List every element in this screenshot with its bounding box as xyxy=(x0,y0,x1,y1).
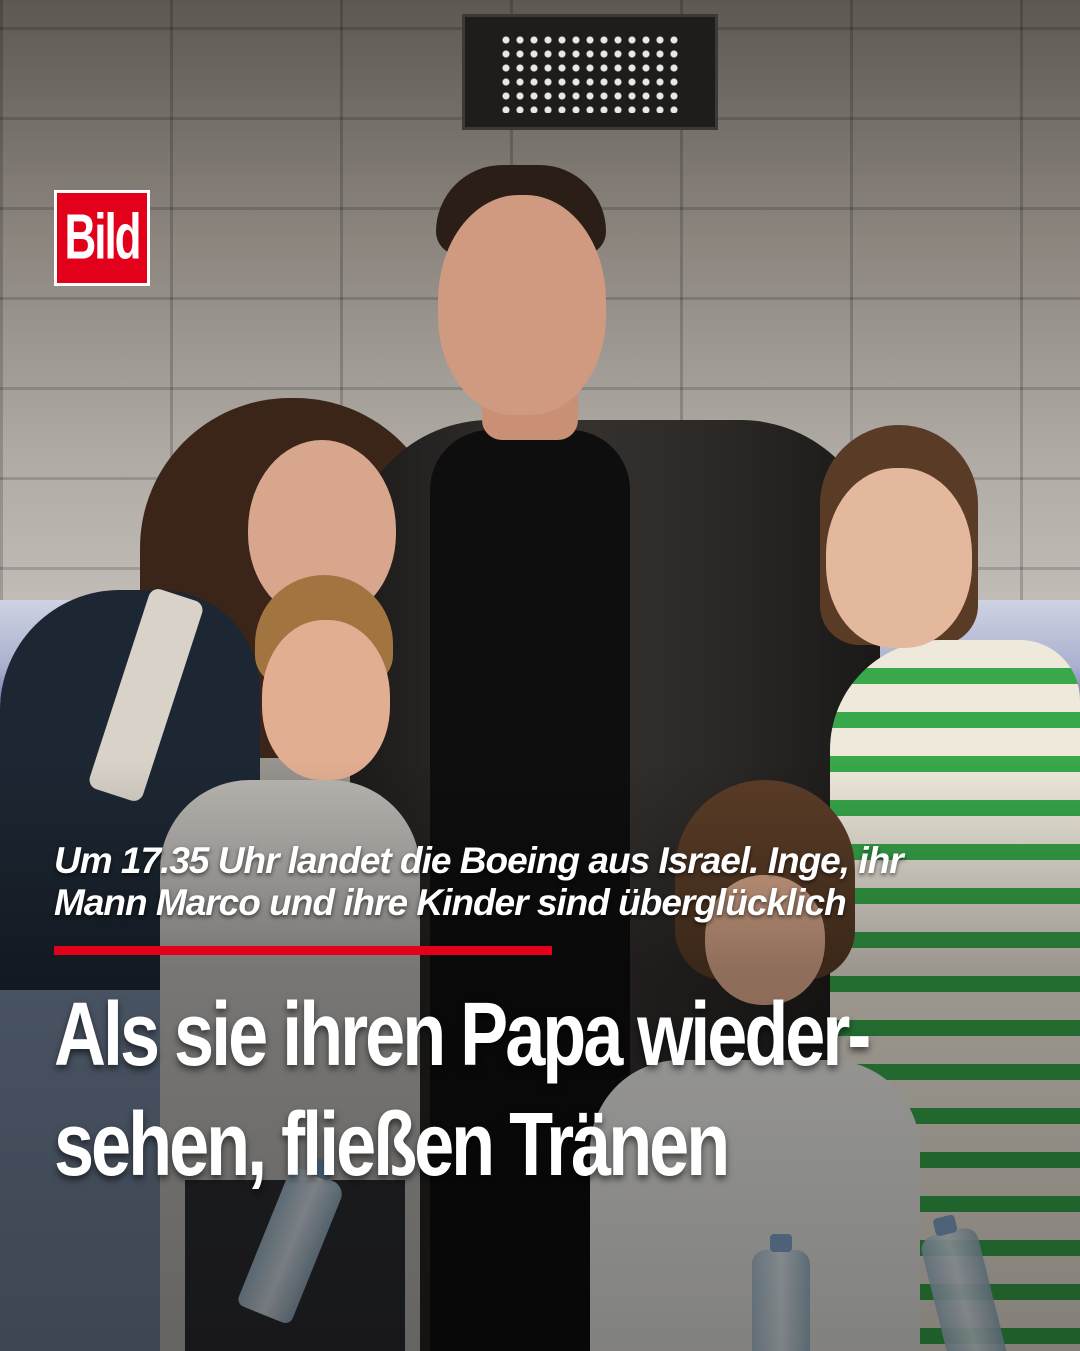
man-face xyxy=(438,195,606,415)
red-divider xyxy=(54,946,552,955)
boy-face xyxy=(262,620,390,780)
subheadline: Um 17.35 Uhr landet die Boeing aus Israe… xyxy=(54,840,1064,924)
subheadline-line: Um 17.35 Uhr landet die Boeing aus Israe… xyxy=(54,840,904,881)
bild-logo: Bild xyxy=(54,190,150,286)
headline: Als sie ihren Papa wieder- sehen, fließe… xyxy=(54,980,1074,1200)
ceiling-light xyxy=(462,14,718,130)
post-image: Bild Um 17.35 Uhr landet die Boeing aus … xyxy=(0,0,1080,1351)
subheadline-line: Mann Marco und ihre Kinder sind überglüc… xyxy=(54,882,847,923)
headline-line: sehen, fließen Tränen xyxy=(54,1095,730,1195)
bild-logo-text: Bild xyxy=(64,201,141,273)
girl-face xyxy=(826,468,972,648)
headline-line: Als sie ihren Papa wieder- xyxy=(54,985,871,1085)
